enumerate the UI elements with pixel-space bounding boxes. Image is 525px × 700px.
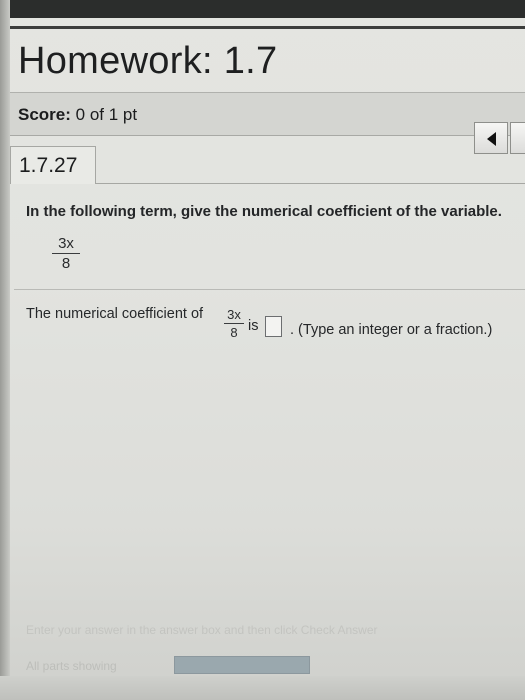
answer-connector: is [248,318,259,334]
tab-underline [96,183,525,184]
score-value: 0 of 1 pt [75,105,138,124]
triangle-left-icon [487,132,496,146]
header-rule [10,26,525,29]
inline-fraction-bar [224,323,244,324]
score-bar: Score: 0 of 1 pt [10,93,525,136]
next-question-button[interactable] [510,122,525,154]
homework-page: Homework: 1.7 Score: 0 of 1 pt 1.7.27 In… [0,0,525,700]
answer-input[interactable] [265,316,282,337]
term-numerator: 3x [58,235,74,252]
score-line: Score: 0 of 1 pt [18,105,137,125]
term-denominator: 8 [61,255,71,272]
problem-instruction: In the following term, give the numerica… [26,203,502,220]
parts-progress-bar [174,656,310,674]
score-label: Score: [18,105,71,124]
bottom-shade [0,676,525,700]
inline-term-numerator: 3x [227,307,241,322]
inline-term-denominator: 8 [230,325,238,340]
problem-id: 1.7.27 [19,154,78,177]
previous-question-button[interactable] [474,122,508,154]
problem-tab: 1.7.27 [10,146,96,184]
answer-hint: . (Type an integer or a fraction.) [290,322,493,338]
parts-showing-label: All parts showing [26,659,117,673]
fraction-bar [52,253,80,254]
inline-term-fraction: 3x 8 [224,308,244,339]
term-fraction: 3x 8 [52,236,80,271]
status-message: Enter your answer in the answer box and … [26,623,378,637]
monitor-bezel-top [0,0,525,18]
homework-title: Homework: 1.7 [18,40,278,82]
section-divider [14,289,525,290]
monitor-bezel-left [0,0,10,700]
answer-prompt: The numerical coefficient of [26,306,204,322]
